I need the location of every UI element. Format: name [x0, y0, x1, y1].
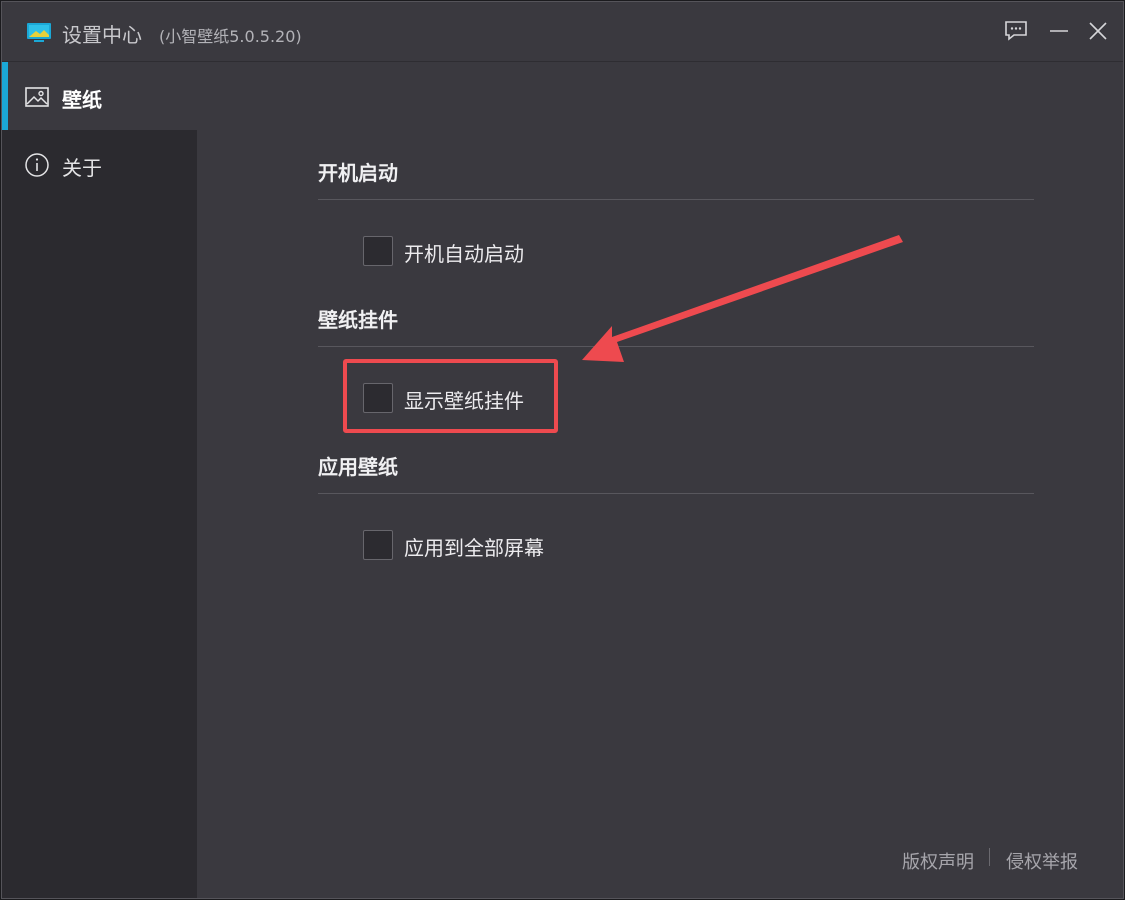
settings-window: 设置中心 (小智壁纸5.0.5.20) 壁纸 关于 开机启动 开机自动启动 壁纸… [1, 1, 1124, 899]
sidebar-item-about[interactable]: 关于 [2, 130, 197, 198]
feedback-icon [1005, 21, 1027, 41]
close-icon [1089, 22, 1107, 40]
option-label: 显示壁纸挂件 [404, 389, 524, 413]
auto-start-checkbox[interactable] [363, 236, 393, 266]
active-indicator [2, 62, 8, 130]
section-title-widget: 壁纸挂件 [318, 308, 398, 332]
option-label: 应用到全部屏幕 [404, 536, 544, 560]
app-logo-icon [27, 23, 51, 42]
title-bar: 设置中心 (小智壁纸5.0.5.20) [2, 2, 1123, 62]
sidebar-item-label: 壁纸 [62, 88, 102, 112]
feedback-button[interactable] [1003, 18, 1029, 44]
settings-panel: 开机启动 开机自动启动 壁纸挂件 显示壁纸挂件 应用壁纸 应用到全部屏幕 版权声… [197, 62, 1123, 898]
report-link[interactable]: 侵权举报 [1006, 848, 1078, 874]
minimize-button[interactable] [1046, 18, 1072, 44]
divider [318, 346, 1034, 347]
sidebar-item-label: 关于 [62, 156, 102, 180]
sidebar: 壁纸 关于 [2, 62, 197, 898]
window-title: 设置中心 [62, 23, 142, 47]
close-button[interactable] [1085, 18, 1111, 44]
section-title-apply: 应用壁纸 [318, 455, 398, 479]
app-version: (小智壁纸5.0.5.20) [159, 27, 302, 46]
image-icon [25, 87, 49, 107]
copyright-link[interactable]: 版权声明 [902, 848, 974, 874]
section-title-startup: 开机启动 [318, 161, 398, 185]
footer-separator [989, 848, 990, 866]
divider [318, 493, 1034, 494]
sidebar-item-wallpaper[interactable]: 壁纸 [2, 62, 197, 130]
apply-all-screens-checkbox[interactable] [363, 530, 393, 560]
info-icon [25, 153, 49, 177]
divider [318, 199, 1034, 200]
show-widget-checkbox[interactable] [363, 383, 393, 413]
minimize-icon [1050, 30, 1068, 32]
option-label: 开机自动启动 [404, 242, 524, 266]
